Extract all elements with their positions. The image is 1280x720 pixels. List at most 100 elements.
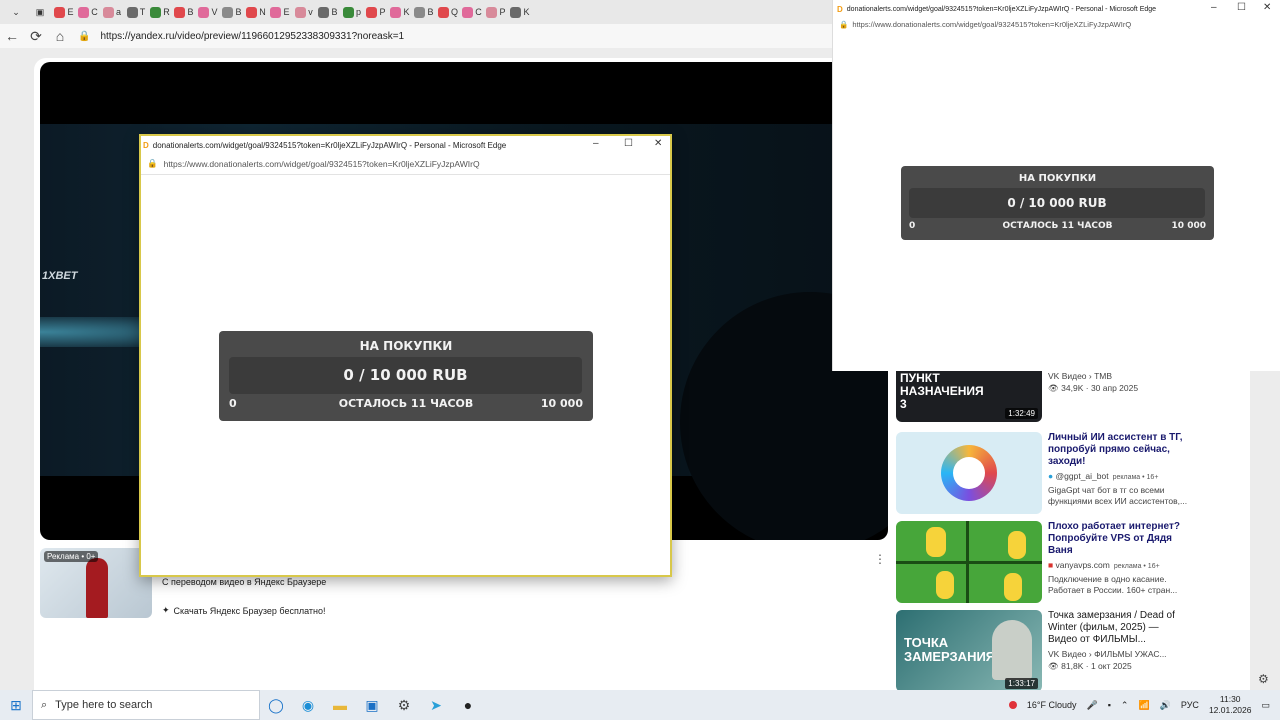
url-field[interactable]: https://yandex.ru/video/preview/11966012… [100, 31, 404, 42]
tab-favicon-icon [318, 6, 330, 18]
related-thumbnail [896, 521, 1042, 603]
browser-tab[interactable]: p [340, 2, 364, 22]
browser-tab[interactable]: P [484, 2, 508, 22]
related-thumbnail [896, 432, 1042, 514]
tab-label: B [235, 7, 242, 17]
browser-tab[interactable]: P [364, 2, 388, 22]
browser-tab[interactable]: K [388, 2, 412, 22]
tab-favicon-icon [414, 6, 426, 18]
clock-time: 11:30 [1219, 694, 1241, 704]
taskbar-search[interactable]: ⌕ Type here to search [32, 690, 260, 720]
browser-tab[interactable]: a [100, 2, 124, 22]
browser-tab[interactable]: N [244, 2, 268, 22]
volume-icon[interactable]: 🔊 [1160, 700, 1171, 711]
minimize-button[interactable]: – [1211, 2, 1217, 13]
browser-tab[interactable]: B [172, 2, 196, 22]
refresh-icon[interactable]: ⟳ [24, 28, 48, 45]
browser-tab[interactable]: T [124, 2, 148, 22]
browser-tab[interactable]: Q [436, 2, 460, 22]
telegram-icon[interactable]: ➤ [420, 690, 452, 720]
browser-tab[interactable]: B [412, 2, 436, 22]
related-channel[interactable]: @ggpt_ai_bot [1056, 471, 1109, 481]
goal-time-left: ОСТАЛОСЬ 11 ЧАСОВ [338, 397, 474, 410]
home-icon[interactable]: ⌂ [48, 28, 72, 44]
workspaces-icon[interactable]: ▣ [28, 2, 52, 22]
browser-tab[interactable]: B [220, 2, 244, 22]
related-video-3[interactable]: Плохо работает интернет? Попробуйте VPS … [896, 521, 1216, 603]
edge-icon[interactable]: ◉ [292, 690, 324, 720]
browser-tab[interactable]: v [292, 2, 316, 22]
chevron-up-icon[interactable]: ⌃ [1121, 700, 1129, 711]
browser-tab[interactable]: B [316, 2, 340, 22]
weather[interactable]: 16°F Cloudy [1027, 700, 1077, 710]
tab-label: R [163, 7, 170, 17]
goal-max: 10 000 [540, 397, 583, 410]
related-video-2[interactable]: Личный ИИ ассистент в ТГ, попробуй прямо… [896, 432, 1216, 514]
maximize-button[interactable]: ☐ [624, 138, 633, 149]
tab-favicon-icon [54, 6, 66, 18]
settings-icon[interactable]: ⚙ [388, 690, 420, 720]
mic-icon[interactable]: 🎤 [1087, 700, 1098, 711]
related-title[interactable]: Личный ИИ ассистент в ТГ, попробуй прямо… [1048, 432, 1188, 468]
browser-tab[interactable]: E [268, 2, 292, 22]
tab-list-chevron-icon[interactable]: ⌄ [4, 2, 28, 22]
browser-tab[interactable]: C [460, 2, 484, 22]
tab-label: V [211, 7, 218, 17]
windows-start-icon[interactable]: ⊞ [0, 697, 32, 714]
tab-favicon-icon [295, 6, 307, 18]
tray-app-icon[interactable]: ▪ [1108, 700, 1111, 710]
browser-tab[interactable]: V [196, 2, 220, 22]
browser-tab[interactable]: C [76, 2, 100, 22]
tab-favicon-icon [246, 6, 258, 18]
popup-titlebar: D donationalerts.com/widget/goal/9324515… [837, 0, 1207, 18]
related-video-4[interactable]: ТОЧКА ЗАМЕРЗАНИЯ 1:33:17 Точка замерзани… [896, 610, 1216, 692]
notifications-icon[interactable]: ▭ [1261, 700, 1270, 711]
gear-icon[interactable]: ⚙ [1258, 672, 1269, 686]
tab-label: N [259, 7, 266, 17]
outlook-icon[interactable]: ▣ [356, 690, 388, 720]
minimize-button[interactable]: – [593, 138, 599, 149]
tab-label: B [427, 7, 434, 17]
donationalerts-icon: D [143, 140, 149, 150]
ad-link[interactable]: ✦ Скачать Яндекс Браузер бесплатно! [162, 605, 326, 616]
language-indicator[interactable]: РУС [1181, 700, 1199, 710]
more-options-icon[interactable]: ⋮ [874, 552, 886, 566]
file-explorer-icon[interactable]: ▬ [324, 690, 356, 720]
clock[interactable]: 11:30 12.01.2026 [1209, 694, 1252, 716]
related-channel[interactable]: VK Видео › ФИЛЬМЫ УЖАС... [1048, 649, 1188, 660]
browser-tab[interactable]: E [52, 2, 76, 22]
back-icon[interactable]: ← [0, 28, 24, 44]
tab-label: K [523, 7, 530, 17]
network-icon[interactable]: 📶 [1138, 700, 1149, 711]
windows-taskbar: ⊞ ⌕ Type here to search ◯ ◉ ▬ ▣ ⚙ ➤ ● 16… [0, 690, 1280, 720]
popup-url[interactable]: https://www.donationalerts.com/widget/go… [164, 159, 480, 169]
popup-title: donationalerts.com/widget/goal/9324515?t… [846, 5, 1157, 13]
popup-title: donationalerts.com/widget/goal/9324515?t… [152, 140, 507, 150]
eye-icon: 👁 [1048, 383, 1059, 393]
cortana-icon[interactable]: ◯ [260, 690, 292, 720]
duration-badge: 1:32:49 [1005, 408, 1038, 419]
browser-tab[interactable]: K [508, 2, 532, 22]
popup-url[interactable]: https://www.donationalerts.com/widget/go… [852, 20, 1131, 29]
cartoon-figure [1008, 531, 1026, 559]
browser-tab[interactable]: R [148, 2, 172, 22]
vps-icon: ■ [1048, 560, 1054, 570]
obs-icon[interactable]: ● [452, 690, 484, 720]
related-channel[interactable]: vanyavps.com [1056, 560, 1110, 570]
ad-thumbnail[interactable]: Реклама • 0+ [40, 548, 152, 618]
edge-popup-window: D donationalerts.com/widget/goal/9324515… [139, 134, 672, 577]
edge-popup-window-2: D donationalerts.com/widget/goal/9324515… [832, 0, 1280, 371]
related-title[interactable]: Плохо работает интернет? Попробуйте VPS … [1048, 521, 1188, 557]
system-tray: 16°F Cloudy 🎤 ▪ ⌃ 📶 🔊 РУС 11:30 12.01.20… [1008, 690, 1280, 720]
tab-label: P [499, 7, 506, 17]
maximize-button[interactable]: ☐ [1237, 2, 1246, 13]
close-button[interactable]: ✕ [654, 138, 662, 149]
related-title[interactable]: Точка замерзания / Dead of Winter (фильм… [1048, 610, 1188, 646]
tab-favicon-icon [366, 6, 378, 18]
close-button[interactable]: ✕ [1263, 2, 1271, 13]
related-stats-row: 👁 81,8K · 1 окт 2025 [1048, 661, 1188, 672]
goal-widget: НА ПОКУПКИ 0 / 10 000 RUB 0 ОСТАЛОСЬ 11 … [901, 166, 1214, 240]
related-channel[interactable]: VK Видео › TMB [1048, 371, 1188, 382]
goal-progress-bar: 0 / 10 000 RUB [229, 357, 582, 394]
tab-favicon-icon [126, 6, 138, 18]
